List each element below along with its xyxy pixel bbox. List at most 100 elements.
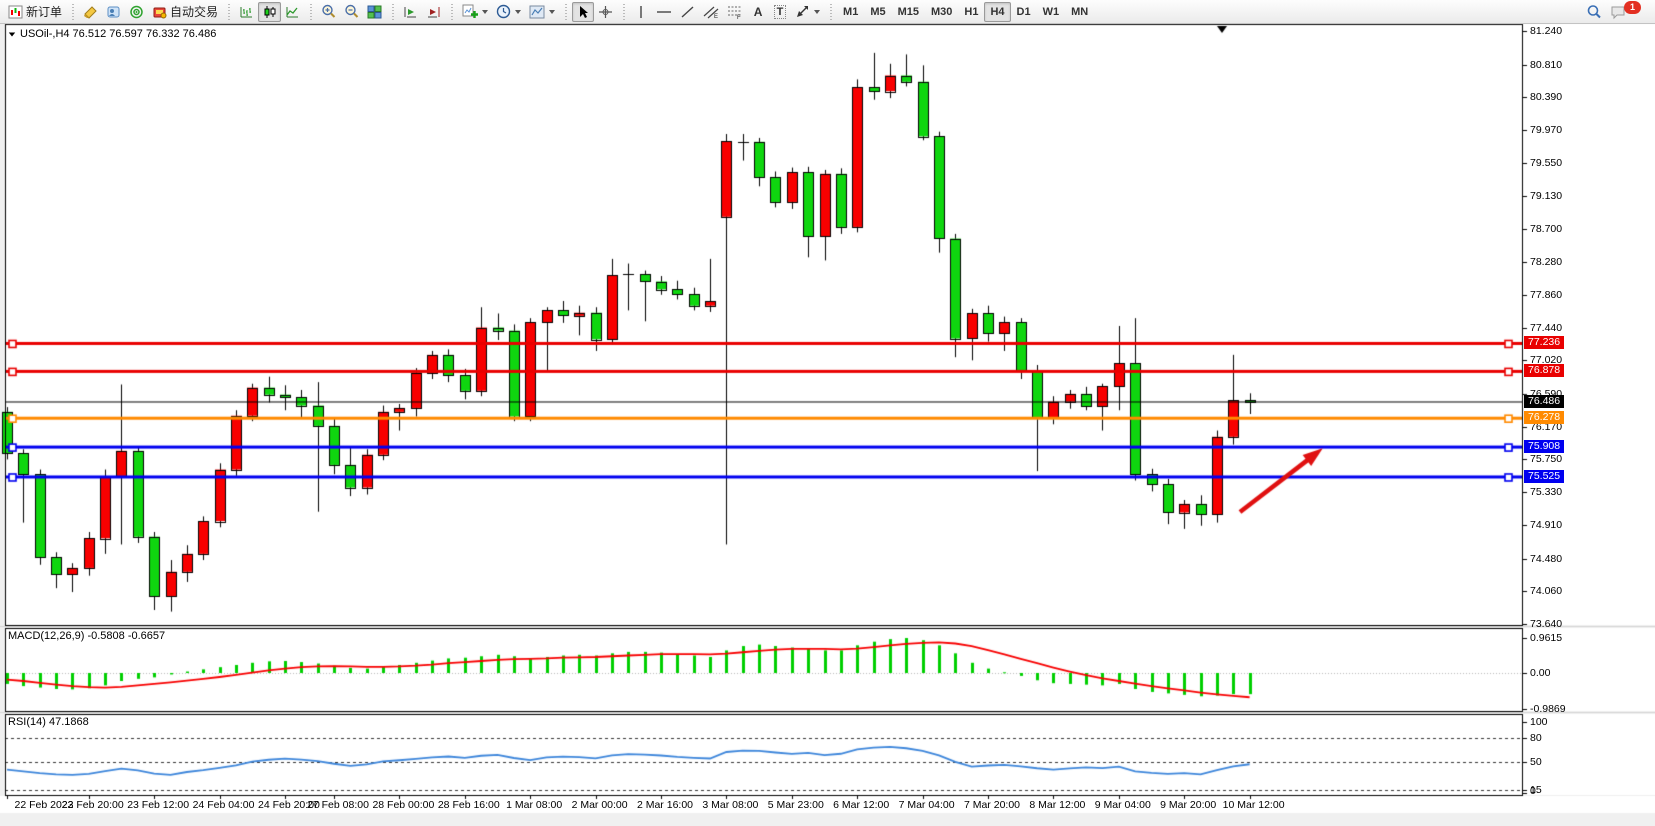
price-tick: 74.060 [1530, 585, 1562, 597]
channel-button[interactable]: E [699, 2, 723, 22]
metaeditor-button[interactable] [102, 2, 125, 22]
timeframe-group: M1M5M15M30H1H4D1W1MN [837, 2, 1094, 22]
metaeditor-icon [106, 5, 121, 19]
macd-label: MACD(12,26,9) -0.5808 -0.6657 [8, 630, 165, 642]
svg-text:E: E [714, 14, 718, 19]
chevron-down-icon [814, 10, 820, 14]
price-tick: 74.910 [1530, 519, 1562, 531]
period-button[interactable] [492, 2, 525, 22]
rsi-tick: 0 [1530, 785, 1536, 797]
add-chart-icon [462, 4, 478, 19]
trendline-button[interactable] [676, 2, 699, 22]
channel-icon: E [703, 4, 719, 19]
rsi-tick: 100 [1530, 716, 1548, 728]
candlestick-icon [262, 5, 277, 19]
toolbar-grip [225, 4, 232, 20]
zoom-out-icon [344, 4, 359, 19]
macd-tick: -0.9869 [1530, 703, 1566, 715]
zoom-out-button[interactable] [340, 2, 363, 22]
auto-trading-button[interactable]: 自动交易 [148, 2, 222, 22]
toolbar: 新订单 自动交易 E F A T M1M5M15M30H1H4D1W1MN 1 [0, 0, 1655, 24]
rsi-label: RSI(14) 47.1868 [8, 716, 89, 728]
text-label-icon: T [774, 5, 787, 19]
cursor-icon [577, 5, 590, 19]
chart-canvas[interactable] [0, 0, 1655, 826]
timeframe-W1[interactable]: W1 [1037, 2, 1066, 22]
period-clock-icon [496, 4, 511, 19]
timeframe-H4[interactable]: H4 [984, 2, 1010, 22]
arrows-button[interactable] [791, 2, 824, 22]
toolbar-grip [448, 4, 455, 20]
add-indicator-button[interactable] [458, 2, 492, 22]
timeframe-MN[interactable]: MN [1065, 2, 1094, 22]
price-tick: 73.640 [1530, 618, 1562, 630]
price-tick: 80.810 [1530, 59, 1562, 71]
chart-shift-icon [426, 5, 441, 19]
price-tick: 75.750 [1530, 453, 1562, 465]
bar-chart-button[interactable] [235, 2, 258, 22]
zoom-in-button[interactable] [317, 2, 340, 22]
timeframe-M15[interactable]: M15 [892, 2, 925, 22]
timeframe-M5[interactable]: M5 [864, 2, 891, 22]
trendline-icon [680, 5, 695, 19]
crosshair-button[interactable] [594, 2, 617, 22]
price-tick: 75.330 [1530, 486, 1562, 498]
price-tick: 81.240 [1530, 25, 1562, 37]
horizontal-line-button[interactable] [652, 2, 676, 22]
ticket-button[interactable] [79, 2, 102, 22]
toolbar-grip [562, 4, 569, 20]
timeframe-M1[interactable]: M1 [837, 2, 864, 22]
new-order-label: 新订单 [26, 3, 62, 20]
timeframe-M30[interactable]: M30 [925, 2, 958, 22]
timeframe-D1[interactable]: D1 [1011, 2, 1037, 22]
text-button[interactable]: A [747, 2, 769, 22]
bar-chart-icon [239, 5, 254, 19]
price-tick: 79.970 [1530, 124, 1562, 136]
rsi-tick: 50 [1530, 756, 1542, 768]
hline-price-badge: 76.878 [1524, 364, 1564, 377]
line-chart-button[interactable] [281, 2, 304, 22]
text-icon: A [754, 5, 763, 19]
symbol-line: USOil-,H4 76.512 76.597 76.332 76.486 [8, 28, 216, 40]
text-label-button[interactable]: T [769, 2, 791, 22]
template-icon [529, 5, 545, 19]
auto-scroll-button[interactable] [399, 2, 422, 22]
tile-windows-button[interactable] [363, 2, 386, 22]
svg-text:F: F [737, 15, 741, 19]
hline-price-badge: 75.908 [1524, 440, 1564, 453]
toolbar-grip [69, 4, 76, 20]
search-icon [1586, 4, 1602, 20]
cursor-button[interactable] [572, 2, 594, 22]
collapse-arrow-icon [9, 33, 15, 37]
vertical-line-button[interactable] [630, 2, 652, 22]
template-button[interactable] [525, 2, 559, 22]
auto-trading-label: 自动交易 [170, 3, 218, 20]
price-tick: 80.390 [1530, 91, 1562, 103]
chart-shift-button[interactable] [422, 2, 445, 22]
toolbar-grip [827, 4, 834, 20]
signal-icon [129, 5, 144, 19]
rsi-tick: 80 [1530, 732, 1542, 744]
new-order-button[interactable]: 新订单 [4, 2, 66, 22]
hline-price-badge: 76.278 [1524, 411, 1564, 424]
toolbar-grip [307, 4, 314, 20]
search-button[interactable] [1582, 2, 1606, 22]
horizontal-line-icon [656, 5, 672, 19]
hline-price-badge: 75.525 [1524, 470, 1564, 483]
ticket-icon [83, 5, 98, 19]
timeframe-H1[interactable]: H1 [958, 2, 984, 22]
fibonacci-button[interactable]: F [723, 2, 747, 22]
signal-button[interactable] [125, 2, 148, 22]
toolbar-grip [620, 4, 627, 20]
price-tick: 78.700 [1530, 223, 1562, 235]
macd-tick: 0.9615 [1530, 632, 1562, 644]
candlestick-button[interactable] [258, 2, 281, 22]
notifications-button[interactable]: 1 [1606, 2, 1651, 22]
chevron-down-icon [515, 10, 521, 14]
price-tick: 77.440 [1530, 322, 1562, 334]
hline-price-badge: 77.236 [1524, 336, 1564, 349]
vertical-line-icon [636, 5, 646, 19]
price-tick: 74.480 [1530, 553, 1562, 565]
chevron-down-icon [482, 10, 488, 14]
price-tick: 79.550 [1530, 157, 1562, 169]
